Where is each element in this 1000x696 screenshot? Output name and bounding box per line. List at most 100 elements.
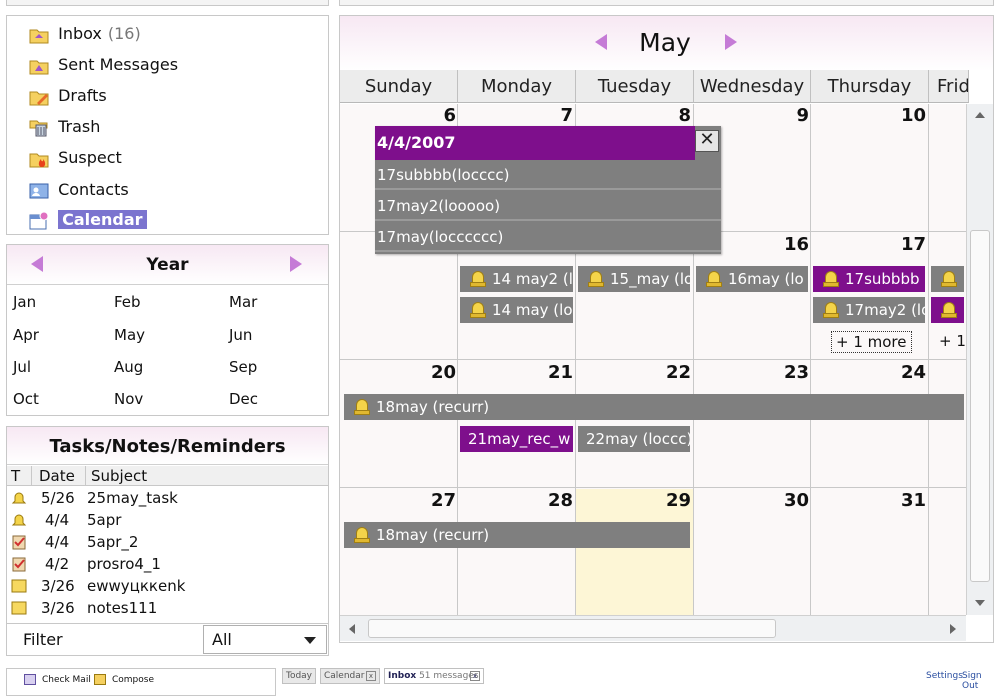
more-events-link[interactable]: + 1: [939, 331, 965, 353]
month-mar[interactable]: Mar: [229, 293, 257, 311]
calendar-event[interactable]: [931, 297, 964, 323]
month-feb[interactable]: Feb: [114, 293, 141, 311]
tab-today[interactable]: Today: [282, 668, 316, 684]
table-row[interactable]: 3/26 ewwyцккenk: [7, 575, 329, 597]
calendar-event[interactable]: 21may_rec_w: [460, 426, 573, 452]
scrollbar-thumb[interactable]: [970, 230, 990, 582]
table-row[interactable]: 4/2 prosro4_1: [7, 553, 329, 575]
compose-icon: [94, 674, 106, 685]
day-number[interactable]: 17: [896, 234, 926, 255]
calendar-event[interactable]: [931, 266, 964, 292]
scroll-right-icon[interactable]: [950, 624, 956, 634]
popup-event[interactable]: 17may2(looooo): [375, 191, 721, 221]
tab-calendar[interactable]: Calendar x: [320, 668, 380, 684]
filter-select[interactable]: All: [203, 625, 327, 654]
close-tab-icon[interactable]: x: [366, 671, 376, 681]
popup-date: 4/4/2007: [377, 133, 456, 152]
col-type[interactable]: T: [11, 466, 20, 486]
day-number[interactable]: 6: [426, 105, 456, 126]
folder-suspect[interactable]: Suspect: [29, 146, 122, 170]
sent-folder-icon: [29, 60, 49, 74]
month-oct[interactable]: Oct: [13, 390, 39, 408]
popup-event[interactable]: 17may(locccccc): [375, 222, 721, 252]
month-nov[interactable]: Nov: [114, 390, 143, 408]
close-button[interactable]: ✕: [695, 130, 719, 152]
calendar-event[interactable]: 14 may2 (l: [460, 266, 573, 292]
calendar-event[interactable]: 16may (lo: [696, 266, 808, 292]
table-row[interactable]: 3/26 notes111: [7, 597, 329, 619]
folder-label: Trash: [58, 117, 101, 136]
calendar-event[interactable]: 17may2 (lo: [813, 297, 925, 323]
folder-trash[interactable]: Trash: [29, 115, 100, 139]
bell-icon: [706, 271, 722, 287]
weekday-thursday: Thursday: [811, 70, 929, 103]
col-date[interactable]: Date: [39, 466, 75, 486]
tasks-panel: Tasks/Notes/Reminders T Date Subject 5/2…: [6, 426, 329, 656]
prev-month-arrow-icon[interactable]: [595, 34, 607, 50]
calendar-event[interactable]: 14 may (lo: [460, 297, 573, 323]
day-number[interactable]: 24: [896, 362, 926, 383]
chevron-down-icon: [304, 637, 316, 644]
calendar-event[interactable]: 18may (recurr): [344, 522, 690, 548]
bell-icon: [354, 527, 370, 543]
table-row[interactable]: 5/26 25may_task: [7, 487, 329, 509]
task-subject: notes111: [87, 599, 158, 617]
day-number[interactable]: 9: [779, 105, 809, 126]
drafts-folder-icon: [29, 91, 49, 105]
scrollbar-thumb[interactable]: [368, 619, 776, 638]
month-jun[interactable]: Jun: [229, 326, 252, 344]
popup-event[interactable]: 17subbbb(locccc): [375, 160, 721, 190]
horizontal-scrollbar[interactable]: [340, 615, 966, 641]
folder-label: Calendar: [58, 210, 147, 229]
next-month-arrow-icon[interactable]: [725, 34, 737, 50]
day-number[interactable]: 29: [661, 490, 691, 511]
vertical-scrollbar[interactable]: [966, 104, 993, 615]
day-number[interactable]: 7: [543, 105, 573, 126]
settings-link[interactable]: Settings: [926, 671, 963, 681]
day-number[interactable]: 10: [896, 105, 926, 126]
sign-out-link[interactable]: Sign Out: [962, 671, 1000, 691]
month-jul[interactable]: Jul: [13, 358, 31, 376]
more-events-link[interactable]: + 1 more: [831, 331, 912, 353]
day-number[interactable]: 16: [779, 234, 809, 255]
weekday-tuesday: Tuesday: [576, 70, 694, 103]
month-may[interactable]: May: [114, 326, 145, 344]
folder-calendar[interactable]: Calendar: [29, 208, 147, 232]
task-date: 4/2: [45, 555, 70, 573]
bell-icon: [823, 271, 839, 287]
folder-inbox[interactable]: Inbox (16): [29, 22, 141, 46]
month-jan[interactable]: Jan: [13, 293, 36, 311]
next-year-arrow-icon[interactable]: [290, 256, 302, 272]
calendar-event[interactable]: 22may (loccc): [578, 426, 690, 452]
day-number[interactable]: 31: [896, 490, 926, 511]
bell-icon: [470, 302, 486, 318]
folder-drafts[interactable]: Drafts: [29, 84, 107, 108]
month-sep[interactable]: Sep: [229, 358, 257, 376]
day-number[interactable]: 28: [543, 490, 573, 511]
folder-label: Contacts: [58, 180, 129, 199]
day-number[interactable]: 22: [661, 362, 691, 383]
scroll-left-icon[interactable]: [349, 624, 355, 634]
day-number[interactable]: 20: [426, 362, 456, 383]
day-number[interactable]: 23: [779, 362, 809, 383]
folder-contacts[interactable]: Contacts: [29, 178, 129, 202]
day-number[interactable]: 21: [543, 362, 573, 383]
tab-inbox[interactable]: Inbox 51 messages x: [384, 668, 484, 684]
col-subject[interactable]: Subject: [91, 466, 147, 486]
month-apr[interactable]: Apr: [13, 326, 39, 344]
table-row[interactable]: 4/4 5apr: [7, 509, 329, 531]
scroll-down-icon[interactable]: [975, 600, 985, 606]
calendar-event[interactable]: 17subbbb: [813, 266, 925, 292]
scroll-up-icon[interactable]: [975, 112, 985, 118]
calendar-event[interactable]: 15_may (lo: [578, 266, 690, 292]
close-tab-icon[interactable]: x: [470, 671, 480, 681]
calendar-event[interactable]: 18may (recurr): [344, 394, 964, 420]
folder-sent-messages[interactable]: Sent Messages: [29, 53, 178, 77]
month-dec[interactable]: Dec: [229, 390, 258, 408]
month-aug[interactable]: Aug: [114, 358, 143, 376]
table-row[interactable]: 4/4 5apr_2: [7, 531, 329, 553]
day-number[interactable]: 30: [779, 490, 809, 511]
day-number[interactable]: 27: [426, 490, 456, 511]
task-subject: 5apr: [87, 511, 122, 529]
day-number[interactable]: 8: [661, 105, 691, 126]
